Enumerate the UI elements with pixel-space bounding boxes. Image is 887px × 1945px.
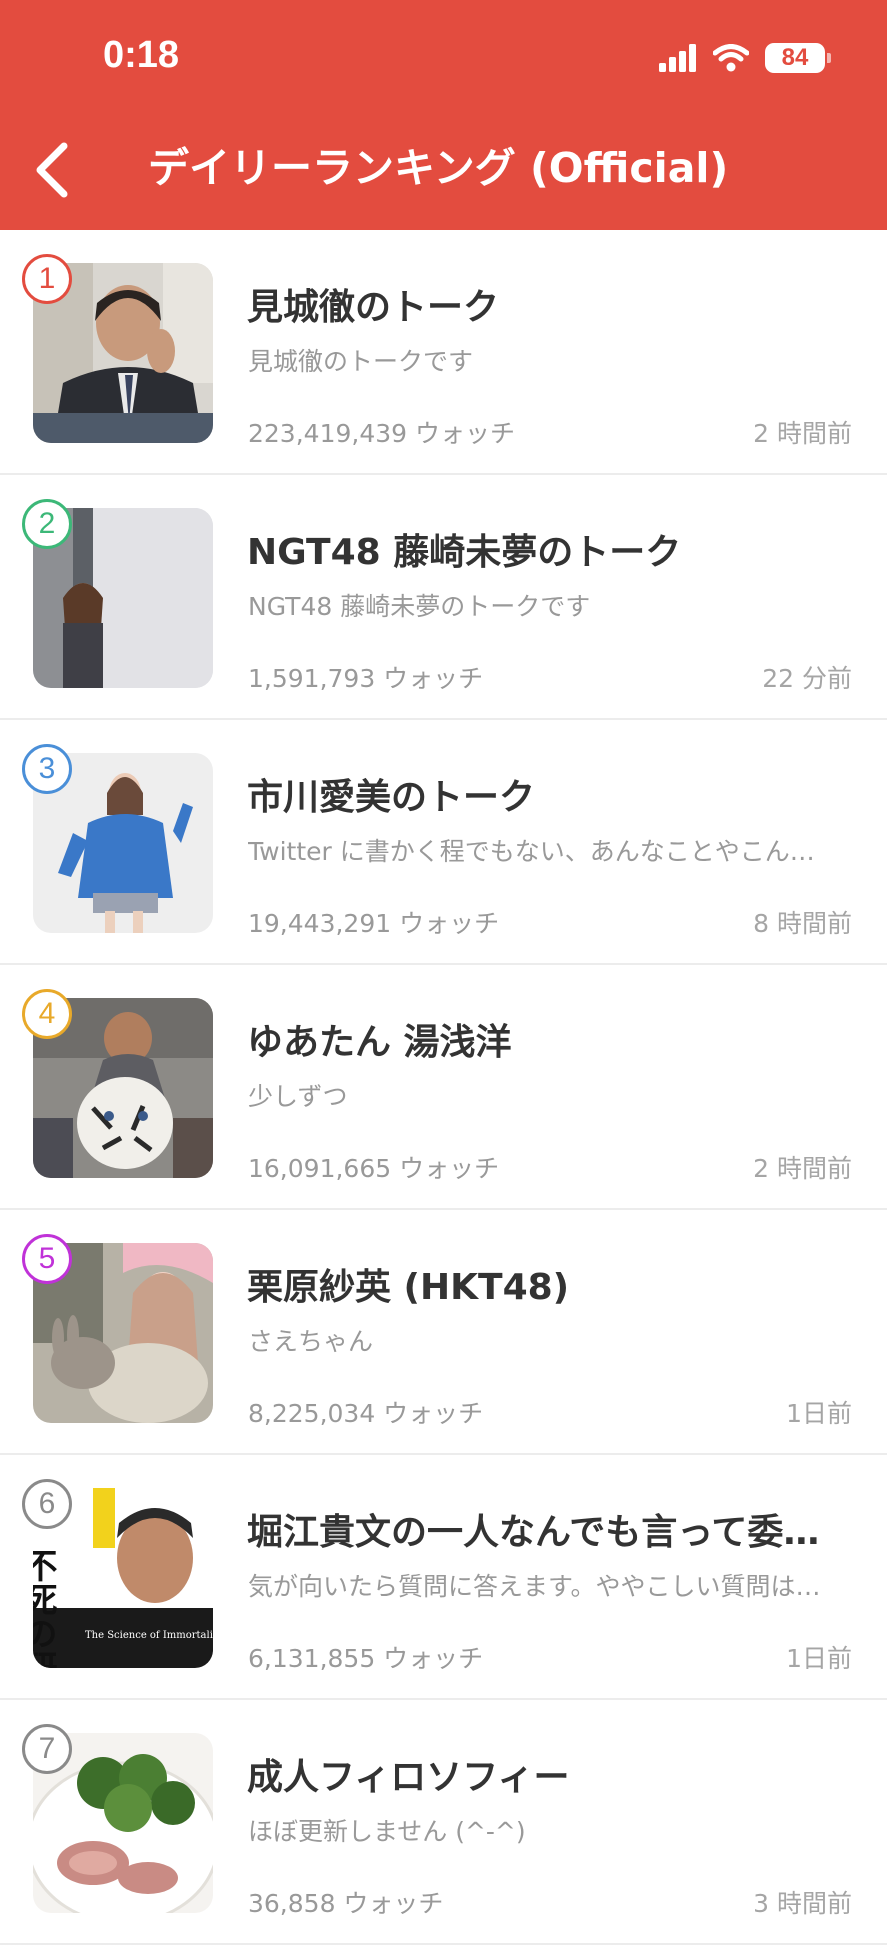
watch-count: 16,091,665 ウォッチ — [248, 1154, 500, 1183]
ranking-list: 1 見城徹のトーク 見城徹のトークです 223,419,439 ウォッチ 2 時… — [0, 230, 887, 1945]
page-title: デイリーランキング (Official) — [148, 144, 729, 192]
book-title-text: 不死の研究 — [33, 1548, 57, 1668]
updated-time: 22 分前 — [762, 664, 852, 693]
ranking-row[interactable]: 3 市川愛美のトーク Twitter に書かく程でもない、あんなことやこん… 1… — [0, 720, 887, 965]
talk-title: ゆあたん 湯浅洋 — [247, 1022, 512, 1063]
watch-count: 8,225,034 ウォッチ — [248, 1399, 484, 1428]
updated-time: 8 時間前 — [753, 909, 852, 938]
ranking-row[interactable]: 5 栗原紗英 (HKT48) さえちゃん 8,225,034 ウォッチ 1日前 — [0, 1210, 887, 1455]
rank-badge: 5 — [22, 1234, 72, 1284]
updated-time: 1日前 — [786, 1644, 852, 1673]
back-button[interactable] — [28, 138, 78, 202]
talk-description: 見城徹のトークです — [248, 347, 474, 376]
talk-title: 栗原紗英 (HKT48) — [247, 1267, 570, 1308]
signal-icon — [659, 44, 696, 72]
watch-count: 36,858 ウォッチ — [248, 1889, 444, 1918]
updated-time: 1日前 — [786, 1399, 852, 1428]
talk-title: NGT48 藤崎未夢のトーク — [247, 532, 682, 573]
ranking-row[interactable]: 不死の研究 The Science of Immortality 6 堀江貴文の… — [0, 1455, 887, 1700]
rank-badge: 6 — [22, 1479, 72, 1529]
ranking-row[interactable]: 4 ゆあたん 湯浅洋 少しずつ 16,091,665 ウォッチ 2 時間前 — [0, 965, 887, 1210]
watch-count: 1,591,793 ウォッチ — [248, 664, 484, 693]
talk-description: さえちゃん — [248, 1327, 374, 1356]
ranking-row[interactable]: 1 見城徹のトーク 見城徹のトークです 223,419,439 ウォッチ 2 時… — [0, 230, 887, 475]
status-icons: 84 — [659, 42, 831, 74]
book-subtitle-text: The Science of Immortality — [85, 1630, 213, 1641]
updated-time: 3 時間前 — [753, 1889, 852, 1918]
rank-badge: 3 — [22, 744, 72, 794]
ranking-row[interactable]: 2 NGT48 藤崎未夢のトーク NGT48 藤崎未夢のトークです 1,591,… — [0, 475, 887, 720]
talk-description: 少しずつ — [248, 1082, 348, 1111]
status-time: 0:18 — [103, 34, 180, 76]
rank-badge: 4 — [22, 989, 72, 1039]
chevron-left-icon — [36, 142, 68, 198]
watch-count: 6,131,855 ウォッチ — [248, 1644, 484, 1673]
wifi-icon — [713, 44, 749, 72]
app-header: 0:18 84 デイリーランキング (Official) — [0, 0, 887, 230]
updated-time: 2 時間前 — [753, 1154, 852, 1183]
rank-badge: 7 — [22, 1724, 72, 1774]
watch-count: 19,443,291 ウォッチ — [248, 909, 500, 938]
rank-badge: 1 — [22, 254, 72, 304]
talk-description: Twitter に書かく程でもない、あんなことやこん… — [248, 837, 815, 866]
updated-time: 2 時間前 — [753, 419, 852, 448]
battery-icon: 84 — [765, 43, 831, 73]
talk-title: 市川愛美のトーク — [247, 777, 536, 818]
talk-description: ほぼ更新しません (^-^) — [248, 1817, 526, 1846]
talk-title: 堀江貴文の一人なんでも言って委… — [247, 1512, 820, 1553]
rank-badge: 2 — [22, 499, 72, 549]
talk-description: 気が向いたら質問に答えます。ややこしい質問は… — [248, 1572, 821, 1601]
watch-count: 223,419,439 ウォッチ — [248, 419, 515, 448]
talk-title: 成人フィロソフィー — [247, 1757, 570, 1798]
talk-description: NGT48 藤崎未夢のトークです — [248, 592, 591, 621]
ranking-row[interactable]: 7 成人フィロソフィー ほぼ更新しません (^-^) 36,858 ウォッチ 3… — [0, 1700, 887, 1945]
talk-title: 見城徹のトーク — [247, 287, 500, 328]
